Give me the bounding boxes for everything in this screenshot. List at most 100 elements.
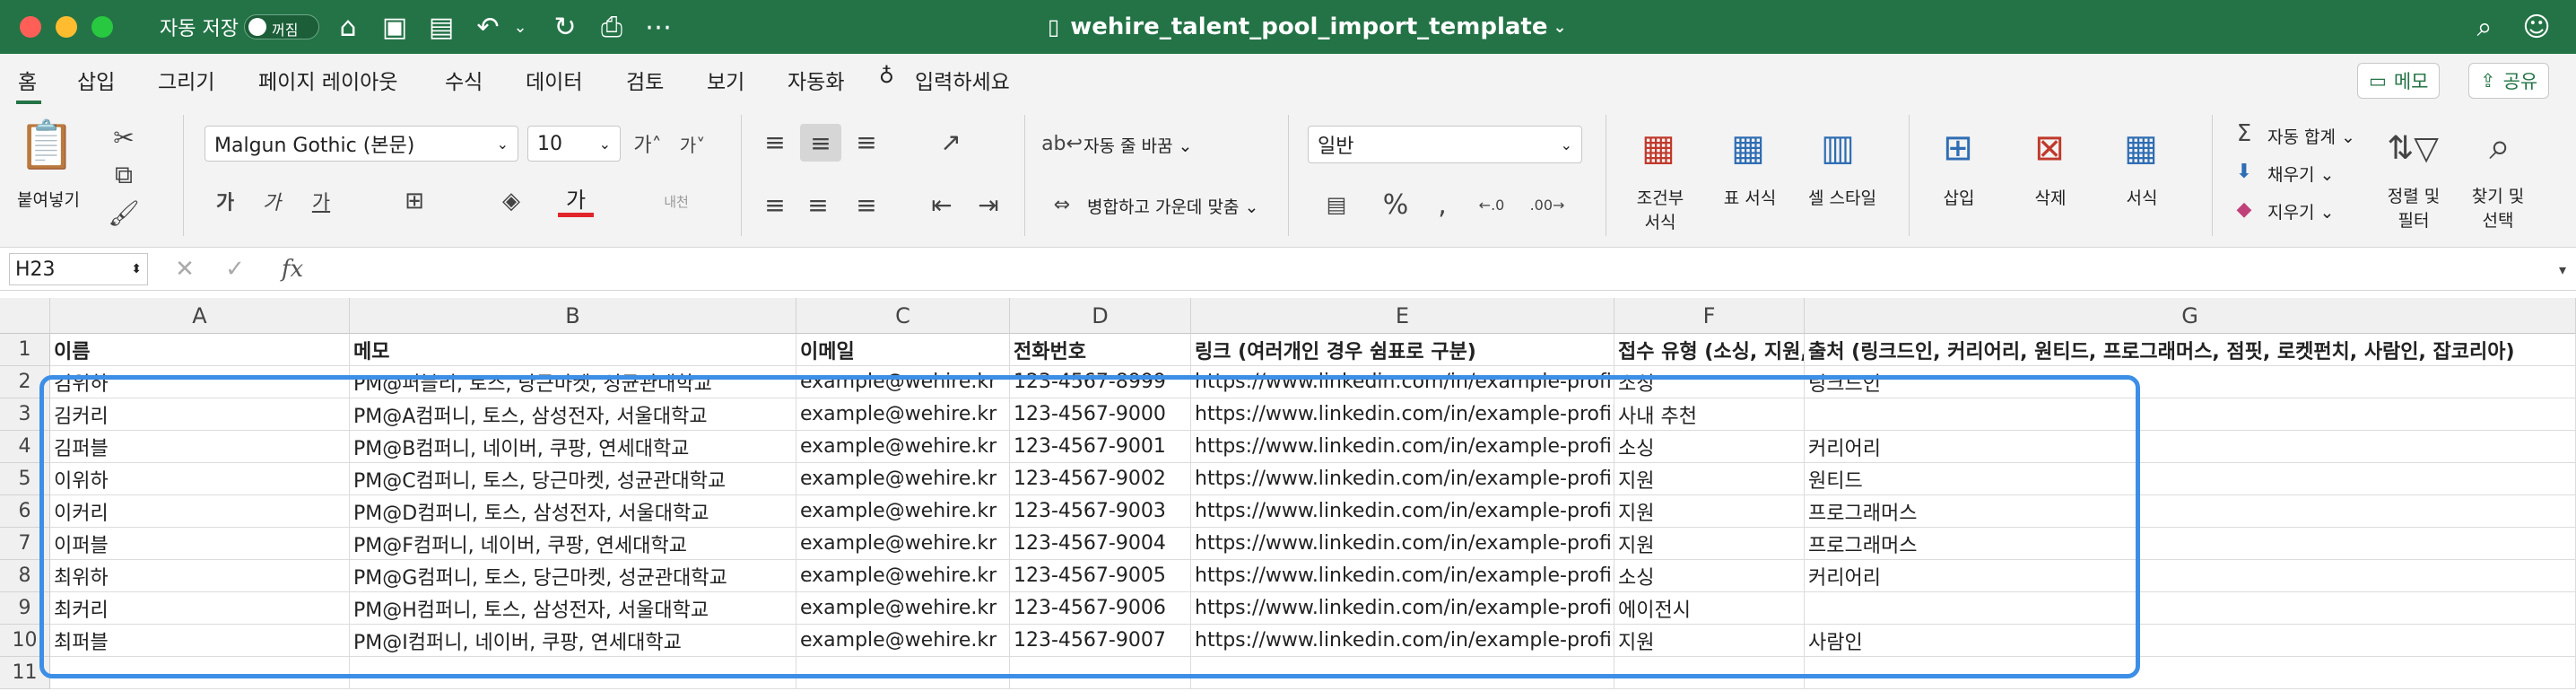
align-bottom-icon[interactable]: ≡: [849, 124, 884, 160]
autosum-button[interactable]: 자동 합계 ⌄: [2267, 124, 2355, 148]
tab-insert[interactable]: 삽입: [77, 65, 115, 95]
decrease-decimal-icon[interactable]: .00→: [1525, 187, 1570, 223]
home-icon[interactable]: ⌂: [332, 11, 364, 43]
percent-style-icon[interactable]: %: [1376, 187, 1415, 223]
column-header-d[interactable]: D: [1010, 298, 1191, 334]
undo-icon[interactable]: ↶: [472, 11, 504, 43]
wrap-text-button[interactable]: 자동 줄 바꿈 ⌄: [1083, 133, 1192, 157]
insert-cells-label[interactable]: 삽입: [1925, 185, 1993, 209]
save-as-icon[interactable]: ▤: [425, 11, 457, 43]
autosum-icon[interactable]: Σ: [2228, 118, 2260, 149]
format-as-table-icon[interactable]: ▦: [1717, 124, 1780, 172]
row-header[interactable]: 1: [0, 334, 50, 366]
insert-cells-icon[interactable]: ⊞: [1927, 124, 1989, 172]
select-all-corner[interactable]: [0, 298, 50, 334]
conditional-format-icon[interactable]: ▦: [1627, 124, 1690, 172]
merge-center-button[interactable]: 병합하고 가운데 맞춤 ⌄: [1087, 194, 1258, 218]
print-icon[interactable]: ⎙: [596, 11, 628, 43]
tab-home[interactable]: 홈: [18, 65, 37, 95]
redo-icon[interactable]: ↻: [549, 11, 581, 43]
find-select-icon[interactable]: ⌕: [2468, 120, 2531, 172]
cell-f1[interactable]: 접수 유형 (소싱, 지원, 사내 추천, 에이전시): [1614, 334, 1805, 366]
decrease-indent-icon[interactable]: ⇤: [924, 187, 960, 223]
tab-view[interactable]: 보기: [707, 65, 744, 95]
clear-button[interactable]: 지우기 ⌄: [2267, 199, 2334, 223]
font-color-icon[interactable]: 가: [558, 183, 594, 217]
expand-formula-icon[interactable]: ▾: [2553, 257, 2572, 282]
borders-icon[interactable]: ⊞: [395, 185, 434, 217]
document-title[interactable]: ▯ wehire_talent_pool_import_template ⌄: [1048, 0, 1567, 54]
increase-decimal-icon[interactable]: ←.0: [1469, 187, 1514, 223]
tab-data[interactable]: 데이터: [526, 65, 582, 95]
sort-filter-label[interactable]: 정렬 및 필터: [2375, 183, 2452, 232]
column-header-a[interactable]: A: [50, 298, 350, 334]
format-as-table-label[interactable]: 표 서식: [1711, 185, 1788, 209]
cancel-icon[interactable]: ✕: [169, 253, 201, 285]
column-header-b[interactable]: B: [350, 298, 796, 334]
column-header-c[interactable]: C: [796, 298, 1010, 334]
find-select-label[interactable]: 찾기 및 선택: [2459, 183, 2537, 232]
undo-dropdown-icon[interactable]: ⌄: [504, 11, 536, 43]
tab-automate[interactable]: 자동화: [788, 65, 844, 95]
format-painter-icon[interactable]: 🖌: [106, 197, 142, 228]
share-button[interactable]: ⇪ 공유: [2468, 63, 2550, 99]
align-top-icon[interactable]: ≡: [757, 124, 793, 160]
fill-color-icon[interactable]: ◈: [492, 185, 531, 217]
fill-icon[interactable]: ⬇: [2228, 156, 2260, 187]
number-format-dropdown[interactable]: 일반 ⌄: [1308, 126, 1582, 163]
minimize-window-button[interactable]: [56, 16, 77, 38]
autosave-toggle[interactable]: 꺼짐: [244, 14, 319, 39]
column-header-g[interactable]: G: [1805, 298, 2576, 334]
sort-filter-icon[interactable]: ⇅▽: [2380, 124, 2445, 172]
tab-page-layout[interactable]: 페이지 레이아웃: [258, 65, 397, 95]
underline-icon[interactable]: 가: [303, 185, 339, 217]
eraser-icon[interactable]: ◆: [2228, 194, 2260, 224]
decrease-font-icon[interactable]: 가˅: [674, 127, 710, 160]
cell-styles-icon[interactable]: ▥: [1806, 124, 1869, 172]
font-name-dropdown[interactable]: Malgun Gothic (본문) ⌄: [205, 126, 518, 162]
phonetic-guide-icon[interactable]: 내천: [649, 185, 703, 217]
more-icon[interactable]: ⋯: [642, 11, 674, 43]
name-box[interactable]: H23 ⬍: [9, 253, 148, 285]
insert-function-icon[interactable]: fx: [273, 253, 312, 285]
align-center-icon[interactable]: ≡: [800, 187, 836, 223]
tell-me-search[interactable]: 입력하세요: [915, 65, 1010, 95]
close-window-button[interactable]: [20, 16, 41, 38]
column-header-e[interactable]: E: [1191, 298, 1614, 334]
comma-style-icon[interactable]: ,: [1424, 187, 1460, 223]
cell-a1[interactable]: 이름: [50, 334, 350, 366]
zoom-window-button[interactable]: [91, 16, 113, 38]
cell-c1[interactable]: 이메일: [796, 334, 1010, 366]
tab-formulas[interactable]: 수식: [445, 65, 483, 95]
align-right-icon[interactable]: ≡: [849, 187, 884, 223]
account-icon[interactable]: ☺: [2520, 11, 2553, 43]
align-middle-icon[interactable]: ≡: [800, 124, 841, 162]
wrap-text-icon[interactable]: ab↩: [1041, 126, 1083, 162]
formula-input[interactable]: [323, 253, 2556, 285]
cell-g1[interactable]: 출처 (링크드인, 커리어리, 원티드, 프로그래머스, 점핏, 로켓펀치, 사…: [1805, 334, 2576, 366]
cut-icon[interactable]: ✂: [106, 122, 142, 153]
cell-b1[interactable]: 메모: [350, 334, 796, 366]
search-icon[interactable]: ⌕: [2468, 11, 2501, 43]
fill-button[interactable]: 채우기 ⌄: [2267, 162, 2334, 186]
paste-icon[interactable]: 📋: [18, 117, 76, 172]
merge-center-icon[interactable]: ⇔: [1042, 187, 1082, 223]
cell-styles-label[interactable]: 셀 스타일: [1797, 185, 1887, 209]
enter-icon[interactable]: ✓: [219, 253, 251, 285]
comments-button[interactable]: ▭ 메모: [2357, 63, 2441, 99]
font-size-dropdown[interactable]: 10 ⌄: [527, 126, 621, 162]
increase-indent-icon[interactable]: ⇥: [970, 187, 1006, 223]
format-cells-icon[interactable]: ▦: [2110, 124, 2172, 172]
tab-draw[interactable]: 그리기: [158, 65, 214, 95]
cell-d1[interactable]: 전화번호: [1010, 334, 1191, 366]
accounting-format-icon[interactable]: ▤: [1310, 187, 1363, 223]
cell-e1[interactable]: 링크 (여러개인 경우 쉼표로 구분): [1191, 334, 1614, 366]
column-header-f[interactable]: F: [1614, 298, 1805, 334]
format-cells-label[interactable]: 서식: [2108, 185, 2176, 209]
save-icon[interactable]: ▣: [379, 11, 411, 43]
align-left-icon[interactable]: ≡: [757, 187, 793, 223]
increase-font-icon[interactable]: 가˄: [630, 127, 666, 160]
delete-cells-label[interactable]: 삭제: [2016, 185, 2084, 209]
orientation-icon[interactable]: ↗: [924, 124, 978, 160]
copy-icon[interactable]: ⧉: [106, 160, 142, 190]
